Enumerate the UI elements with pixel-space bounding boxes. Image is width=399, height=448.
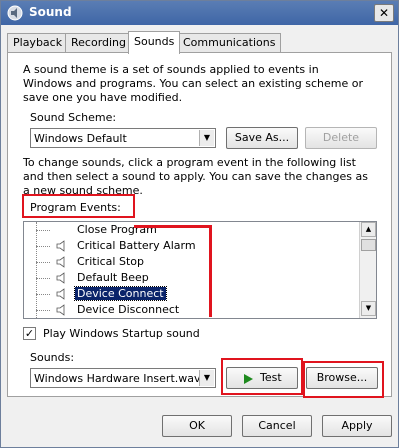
- close-button[interactable]: ✕: [374, 4, 394, 22]
- event-label: Critical Stop: [77, 255, 144, 268]
- event-label: Default Beep: [77, 271, 149, 284]
- speaker-icon: [56, 256, 65, 268]
- list-item[interactable]: Default Beep: [24, 270, 354, 286]
- scroll-thumb[interactable]: [361, 239, 376, 251]
- sound-scheme-dropdown[interactable]: Windows Default ▼: [30, 128, 216, 148]
- intro-text: A sound theme is a set of sounds applied…: [23, 63, 364, 104]
- close-icon: ✕: [378, 6, 390, 20]
- speaker-app-icon: [7, 5, 23, 21]
- list-item[interactable]: Critical Battery Alarm: [24, 238, 354, 254]
- startup-sound-checkbox[interactable]: ✓: [23, 327, 36, 340]
- highlight-list-right: [209, 225, 212, 317]
- sound-scheme-value: Windows Default: [34, 132, 127, 145]
- speaker-icon: [56, 288, 65, 300]
- sounds-value: Windows Hardware Insert.wav: [34, 372, 201, 385]
- sounds-dropdown[interactable]: Windows Hardware Insert.wav ▼: [30, 368, 216, 388]
- event-label: Critical Battery Alarm: [77, 239, 196, 252]
- speaker-icon: [56, 304, 65, 316]
- startup-sound-label[interactable]: Play Windows Startup sound: [43, 327, 200, 340]
- tab-recording[interactable]: Recording: [65, 33, 133, 53]
- browse-button[interactable]: Browse...: [306, 367, 378, 389]
- chevron-down-icon: ▼: [199, 130, 214, 146]
- event-label: Device Disconnect: [77, 303, 180, 316]
- highlight-list-top: [134, 225, 212, 228]
- program-events-label: Program Events:: [30, 201, 121, 214]
- speaker-icon: [56, 240, 65, 252]
- list-item[interactable]: Device Disconnect: [24, 302, 354, 318]
- test-label: Test: [260, 371, 282, 384]
- list-item-selected[interactable]: Device Connect: [24, 286, 354, 302]
- event-label: Device Connect: [74, 286, 167, 301]
- chevron-down-icon: ▼: [199, 370, 214, 386]
- tree-branch: [36, 310, 50, 311]
- delete-button[interactable]: Delete: [305, 127, 377, 149]
- scroll-down-button[interactable]: ▼: [361, 301, 376, 316]
- title-bar[interactable]: Sound ✕: [1, 1, 398, 25]
- test-button[interactable]: Test: [226, 367, 298, 389]
- tab-playback[interactable]: Playback: [7, 33, 69, 53]
- sound-dialog: Sound ✕ Playback Recording Sounds Commun…: [0, 0, 399, 448]
- program-events-list[interactable]: Close Program Critical Battery Alarm Cri…: [23, 221, 377, 319]
- events-instructions: To change sounds, click a program event …: [23, 156, 368, 197]
- tree-branch: [36, 278, 50, 279]
- tab-strip: Playback Recording Sounds Communications: [7, 31, 397, 54]
- cancel-button[interactable]: Cancel: [242, 415, 312, 437]
- events-scrollbar[interactable]: ▲ ▼: [359, 222, 376, 318]
- check-icon: ✓: [24, 327, 35, 340]
- tree-branch: [36, 230, 50, 231]
- apply-button[interactable]: Apply: [322, 415, 392, 437]
- sounds-label: Sounds:: [30, 351, 75, 364]
- tab-sounds[interactable]: Sounds: [128, 31, 181, 54]
- window-title: Sound: [29, 5, 72, 19]
- tree-branch: [36, 262, 50, 263]
- ok-button[interactable]: OK: [162, 415, 232, 437]
- save-as-button[interactable]: Save As...: [226, 127, 298, 149]
- list-item[interactable]: Critical Stop: [24, 254, 354, 270]
- tab-communications[interactable]: Communications: [177, 33, 282, 53]
- tree-branch: [36, 294, 50, 295]
- speaker-icon: [56, 272, 65, 284]
- scroll-up-button[interactable]: ▲: [361, 222, 376, 237]
- play-icon: [244, 374, 253, 384]
- tree-branch: [36, 246, 50, 247]
- sound-scheme-label: Sound Scheme:: [30, 111, 117, 124]
